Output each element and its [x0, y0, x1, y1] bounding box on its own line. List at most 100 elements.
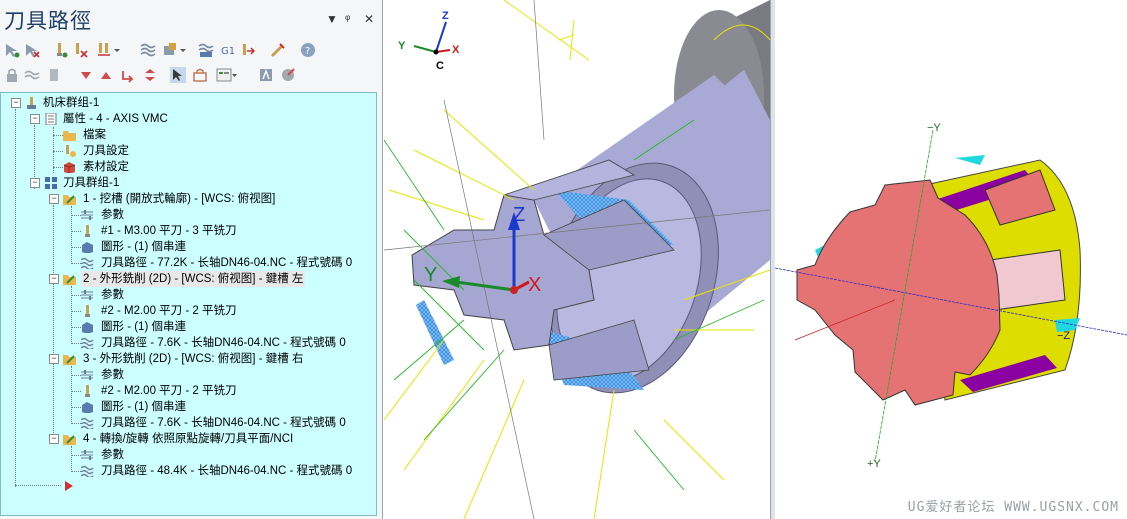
gnomon-z-label: Z: [442, 10, 449, 22]
regenerate-selected-icon[interactable]: [52, 42, 68, 58]
tree-node-toolpath[interactable]: 刀具路徑 - 7.6K - 长轴DN46-04.NC - 程式號碼 0: [1, 335, 371, 351]
gcode-icon[interactable]: G1: [220, 42, 236, 58]
machine-simulation-icon[interactable]: [258, 67, 274, 83]
tree-node-toolpath[interactable]: 刀具路徑 - 77.2K - 长轴DN46-04.NC - 程式號碼 0: [1, 255, 371, 271]
lock-icon[interactable]: [4, 67, 20, 83]
tool-icon: [85, 225, 90, 237]
simulate-icon[interactable]: [162, 42, 178, 58]
tree-node-tool[interactable]: #1 - M3.00 平刀 - 3 平铣刀: [1, 223, 371, 239]
tree-node-parameters[interactable]: 参數: [1, 287, 371, 303]
toolpath-icon: [81, 337, 94, 349]
machine-group-icon: [27, 97, 36, 109]
folder-icon: [63, 131, 76, 141]
insert-after-icon[interactable]: [120, 67, 136, 83]
collapse-toggle[interactable]: −: [49, 354, 59, 364]
axis-z-label: Z: [513, 204, 526, 226]
move-insert-arrow-icon[interactable]: [240, 42, 256, 58]
post-processing-icon[interactable]: [198, 42, 214, 58]
help-icon[interactable]: ?: [300, 42, 316, 58]
tree-node-files[interactable]: 檔案: [1, 127, 371, 143]
toolbar-row-2: [0, 64, 383, 86]
collapse-toggle[interactable]: −: [49, 274, 59, 284]
tool-icon: [85, 385, 90, 397]
tree-label: 圖形 - (1) 個串連: [101, 321, 186, 333]
options-icon[interactable]: [280, 67, 296, 83]
tree-label: 刀具路徑 - 7.6K - 长轴DN46-04.NC - 程式號碼 0: [101, 417, 346, 429]
tree-label: 4 - 轉換/旋轉 依照原點旋轉/刀具平面/NCI: [83, 433, 294, 445]
select-all-operations-icon[interactable]: [4, 42, 20, 58]
tree-node-parameters[interactable]: 参數: [1, 207, 371, 223]
operation-folder-icon: [63, 355, 76, 365]
tree-node-geometry[interactable]: 圖形 - (1) 個串連: [1, 319, 371, 335]
tree-label: #1 - M3.00 平刀 - 3 平铣刀: [101, 225, 237, 237]
tree-node-tool[interactable]: #2 - M2.00 平刀 - 2 平铣刀: [1, 303, 371, 319]
tree-node-tool-settings[interactable]: 刀具設定: [1, 143, 371, 159]
tree-node-operation-3[interactable]: − 3 - 外形銑削 (2D) - [WCS: 俯视图] - 鍵槽 右: [1, 351, 371, 367]
panel-dropdown-button[interactable]: ▼: [326, 12, 338, 26]
tree-node-toolpath-group[interactable]: − 刀具群组-1: [1, 175, 371, 191]
tree-node-properties[interactable]: − 屬性 - 4 - AXIS VMC: [1, 111, 371, 127]
tree-node-operation-2[interactable]: − 2 - 外形銑削 (2D) - [WCS: 俯视图] - 鍵槽 左: [1, 271, 371, 287]
simulate-dropdown-icon[interactable]: [178, 42, 188, 58]
expand-collapse-icon[interactable]: [142, 67, 158, 83]
backplot-dropdown-icon[interactable]: [112, 42, 122, 58]
tree-label: 参數: [101, 369, 124, 381]
tree-label: 参數: [101, 209, 124, 221]
toggle-display-icon[interactable]: [24, 67, 40, 83]
tree-node-geometry[interactable]: 圖形 - (1) 個串連: [1, 239, 371, 255]
toolbar-row-1: G1 ?: [0, 39, 383, 61]
highspeed-toolpath-icon[interactable]: [270, 42, 286, 58]
viewport-3d-scene: [384, 0, 770, 519]
watermark: UG爱好者论坛 WWW.UGSNX.COM: [907, 500, 1119, 515]
tree-node-parameters[interactable]: 参數: [1, 447, 371, 463]
panel-close-button[interactable]: ✕: [364, 12, 374, 26]
gnomon-y-label: Y: [398, 40, 406, 52]
tree-node-operation-1[interactable]: − 1 - 挖槽 (開放式輪廓) - [WCS: 俯视图]: [1, 191, 371, 207]
geometry-icon: [82, 242, 93, 253]
tree-node-stock-settings[interactable]: 素材設定: [1, 159, 371, 175]
insert-arrow-icon[interactable]: [63, 480, 75, 492]
tree-node-machine-group[interactable]: − 机床群组-1: [1, 95, 371, 111]
verify-icon[interactable]: [140, 42, 156, 58]
tree-label: 屬性 - 4 - AXIS VMC: [63, 113, 168, 125]
tree-label: #2 - M2.00 平刀 - 2 平铣刀: [101, 385, 237, 397]
tree-label: 刀具設定: [83, 145, 129, 157]
graphics-viewport-front[interactable]: −Y +Y −Z UG爱好者论坛 WWW.UGSNX.COM: [775, 0, 1127, 519]
geometry-icon: [82, 402, 93, 413]
toolpaths-manager-panel: 刀具路徑 ▼ ᵠ ✕ G1 ? − 机床群组-1 − 屬性 - 4 - AXIS…: [0, 0, 383, 519]
panel-title: 刀具路徑: [4, 10, 92, 33]
tree-node-operation-4[interactable]: − 4 - 轉換/旋轉 依照原點旋轉/刀具平面/NCI: [1, 431, 371, 447]
collapse-toggle[interactable]: −: [11, 98, 21, 108]
parameters-icon: [81, 290, 93, 300]
stock-cube-icon: [63, 162, 76, 173]
collapse-toggle[interactable]: −: [30, 114, 40, 124]
collapse-toggle[interactable]: −: [30, 178, 40, 188]
display-filter-icon[interactable]: [216, 67, 238, 83]
gnomon-x-label: X: [452, 44, 460, 56]
tree-node-geometry[interactable]: 圖形 - (1) 個串連: [1, 399, 371, 415]
panel-pin-button[interactable]: ᵠ: [345, 12, 350, 26]
tree-label: 参數: [101, 449, 124, 461]
tree-node-tool[interactable]: #2 - M2.00 平刀 - 2 平铣刀: [1, 383, 371, 399]
svg-text:G1: G1: [221, 46, 235, 57]
move-down-icon[interactable]: [78, 67, 94, 83]
axis-x-label: X: [528, 274, 542, 296]
part-front-view: [775, 129, 1127, 463]
toolpath-icon: [81, 465, 94, 477]
toggle-posting-icon[interactable]: [46, 67, 62, 83]
tree-label: 1 - 挖槽 (開放式輪廓) - [WCS: 俯视图]: [83, 193, 276, 205]
tree-node-toolpath[interactable]: 刀具路徑 - 7.6K - 长轴DN46-04.NC - 程式號碼 0: [1, 415, 371, 431]
collapse-toggle[interactable]: −: [49, 194, 59, 204]
show-only-selected-icon[interactable]: [192, 67, 208, 83]
tree-node-parameters[interactable]: 参數: [1, 367, 371, 383]
collapse-toggle[interactable]: −: [49, 434, 59, 444]
regenerate-dirty-icon[interactable]: [72, 42, 88, 58]
tree-label: 刀具路徑 - 48.4K - 长轴DN46-04.NC - 程式號碼 0: [101, 465, 353, 477]
backplot-icon[interactable]: [96, 42, 112, 58]
select-all-dirty-operations-icon[interactable]: [24, 42, 40, 58]
selection-mode-icon[interactable]: [170, 67, 186, 83]
graphics-viewport-isometric[interactable]: Z Y X C Z Y X: [384, 0, 770, 519]
tree-node-toolpath[interactable]: 刀具路徑 - 48.4K - 长轴DN46-04.NC - 程式號碼 0: [1, 463, 371, 479]
move-up-icon[interactable]: [98, 67, 114, 83]
operations-tree: − 机床群组-1 − 屬性 - 4 - AXIS VMC 檔案 刀具設定 素材設…: [0, 92, 377, 516]
